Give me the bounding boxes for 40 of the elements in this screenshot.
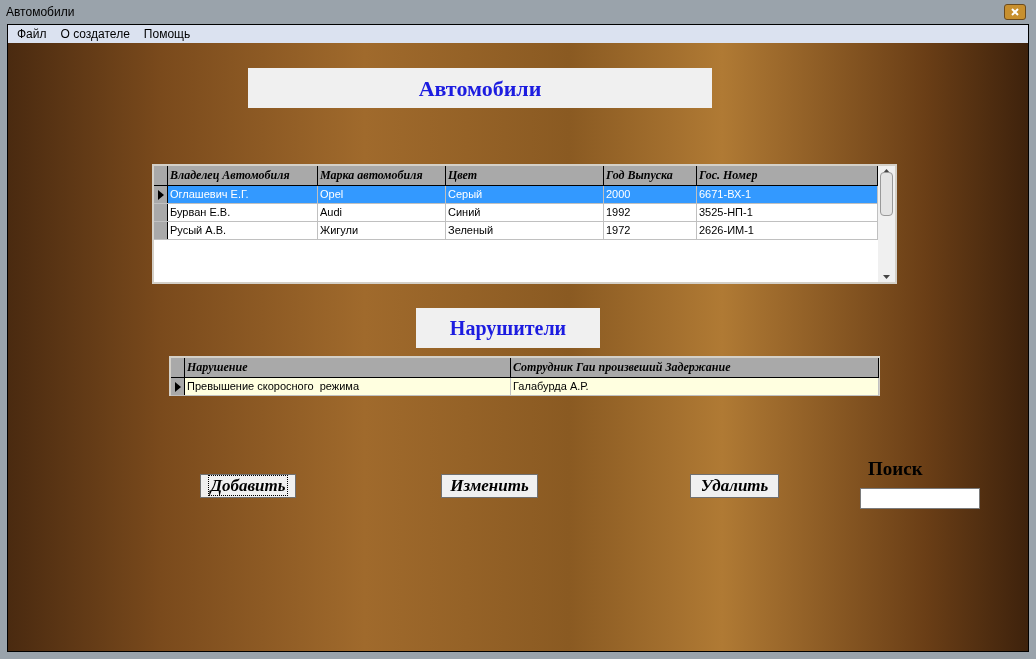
column-header[interactable]: Цвет bbox=[446, 166, 604, 185]
close-icon bbox=[1011, 8, 1019, 16]
column-header[interactable]: Год Выпуска bbox=[604, 166, 697, 185]
table-row[interactable]: Превышение скоросного режима Галабурда А.Р. bbox=[171, 378, 879, 396]
table-cell: Превышение скоросного режима bbox=[185, 378, 511, 395]
current-row-arrow-icon bbox=[174, 381, 181, 392]
table-cell: Оглашевич Е.Г. bbox=[168, 186, 318, 203]
table-row[interactable]: Русый А.В. Жигули Зеленый 1972 2626-ИМ-1 bbox=[154, 222, 878, 240]
vertical-scrollbar[interactable] bbox=[878, 166, 895, 282]
table-cell: Зеленый bbox=[446, 222, 604, 239]
search-label: Поиск bbox=[868, 458, 923, 480]
menu-item[interactable]: О создателе bbox=[53, 26, 137, 42]
current-row-arrow-icon bbox=[157, 189, 164, 200]
table-cell: Opel bbox=[318, 186, 446, 203]
table-cell: Жигули bbox=[318, 222, 446, 239]
table-cell: Русый А.В. bbox=[168, 222, 318, 239]
column-header[interactable]: Марка автомобиля bbox=[318, 166, 446, 185]
table-cell: 2000 bbox=[604, 186, 697, 203]
search-field[interactable] bbox=[860, 488, 980, 509]
table-cell: Синий bbox=[446, 204, 604, 221]
action-button[interactable]: Изменить bbox=[441, 474, 538, 498]
cars-title-label: Автомобили bbox=[248, 68, 712, 108]
table-cell: Audi bbox=[318, 204, 446, 221]
close-button[interactable] bbox=[1004, 4, 1026, 20]
menu-item[interactable]: Файл bbox=[10, 26, 54, 42]
action-button[interactable]: Добавить bbox=[200, 474, 296, 498]
table-cell: Бурван Е.В. bbox=[168, 204, 318, 221]
action-button[interactable]: Удалить bbox=[690, 474, 779, 498]
column-header[interactable]: Владелец Автомобиля bbox=[168, 166, 318, 185]
column-header[interactable]: Нарушение bbox=[185, 358, 511, 377]
table-cell: 1972 bbox=[604, 222, 697, 239]
window-title: Автомобили bbox=[6, 4, 75, 21]
table-cell: Галабурда А.Р. bbox=[511, 378, 879, 395]
menu-item[interactable]: Помощь bbox=[136, 26, 198, 42]
table-cell: 1992 bbox=[604, 204, 697, 221]
table-row[interactable]: Бурван Е.В. Audi Синий 1992 3525-НП-1 bbox=[154, 204, 878, 222]
violators-title-label: Нарушители bbox=[416, 308, 600, 348]
column-header[interactable]: Сотрудник Гаи произвеший Задержание bbox=[511, 358, 879, 377]
table-cell: Серый bbox=[446, 186, 604, 203]
scroll-down-arrow-icon[interactable] bbox=[883, 275, 890, 279]
